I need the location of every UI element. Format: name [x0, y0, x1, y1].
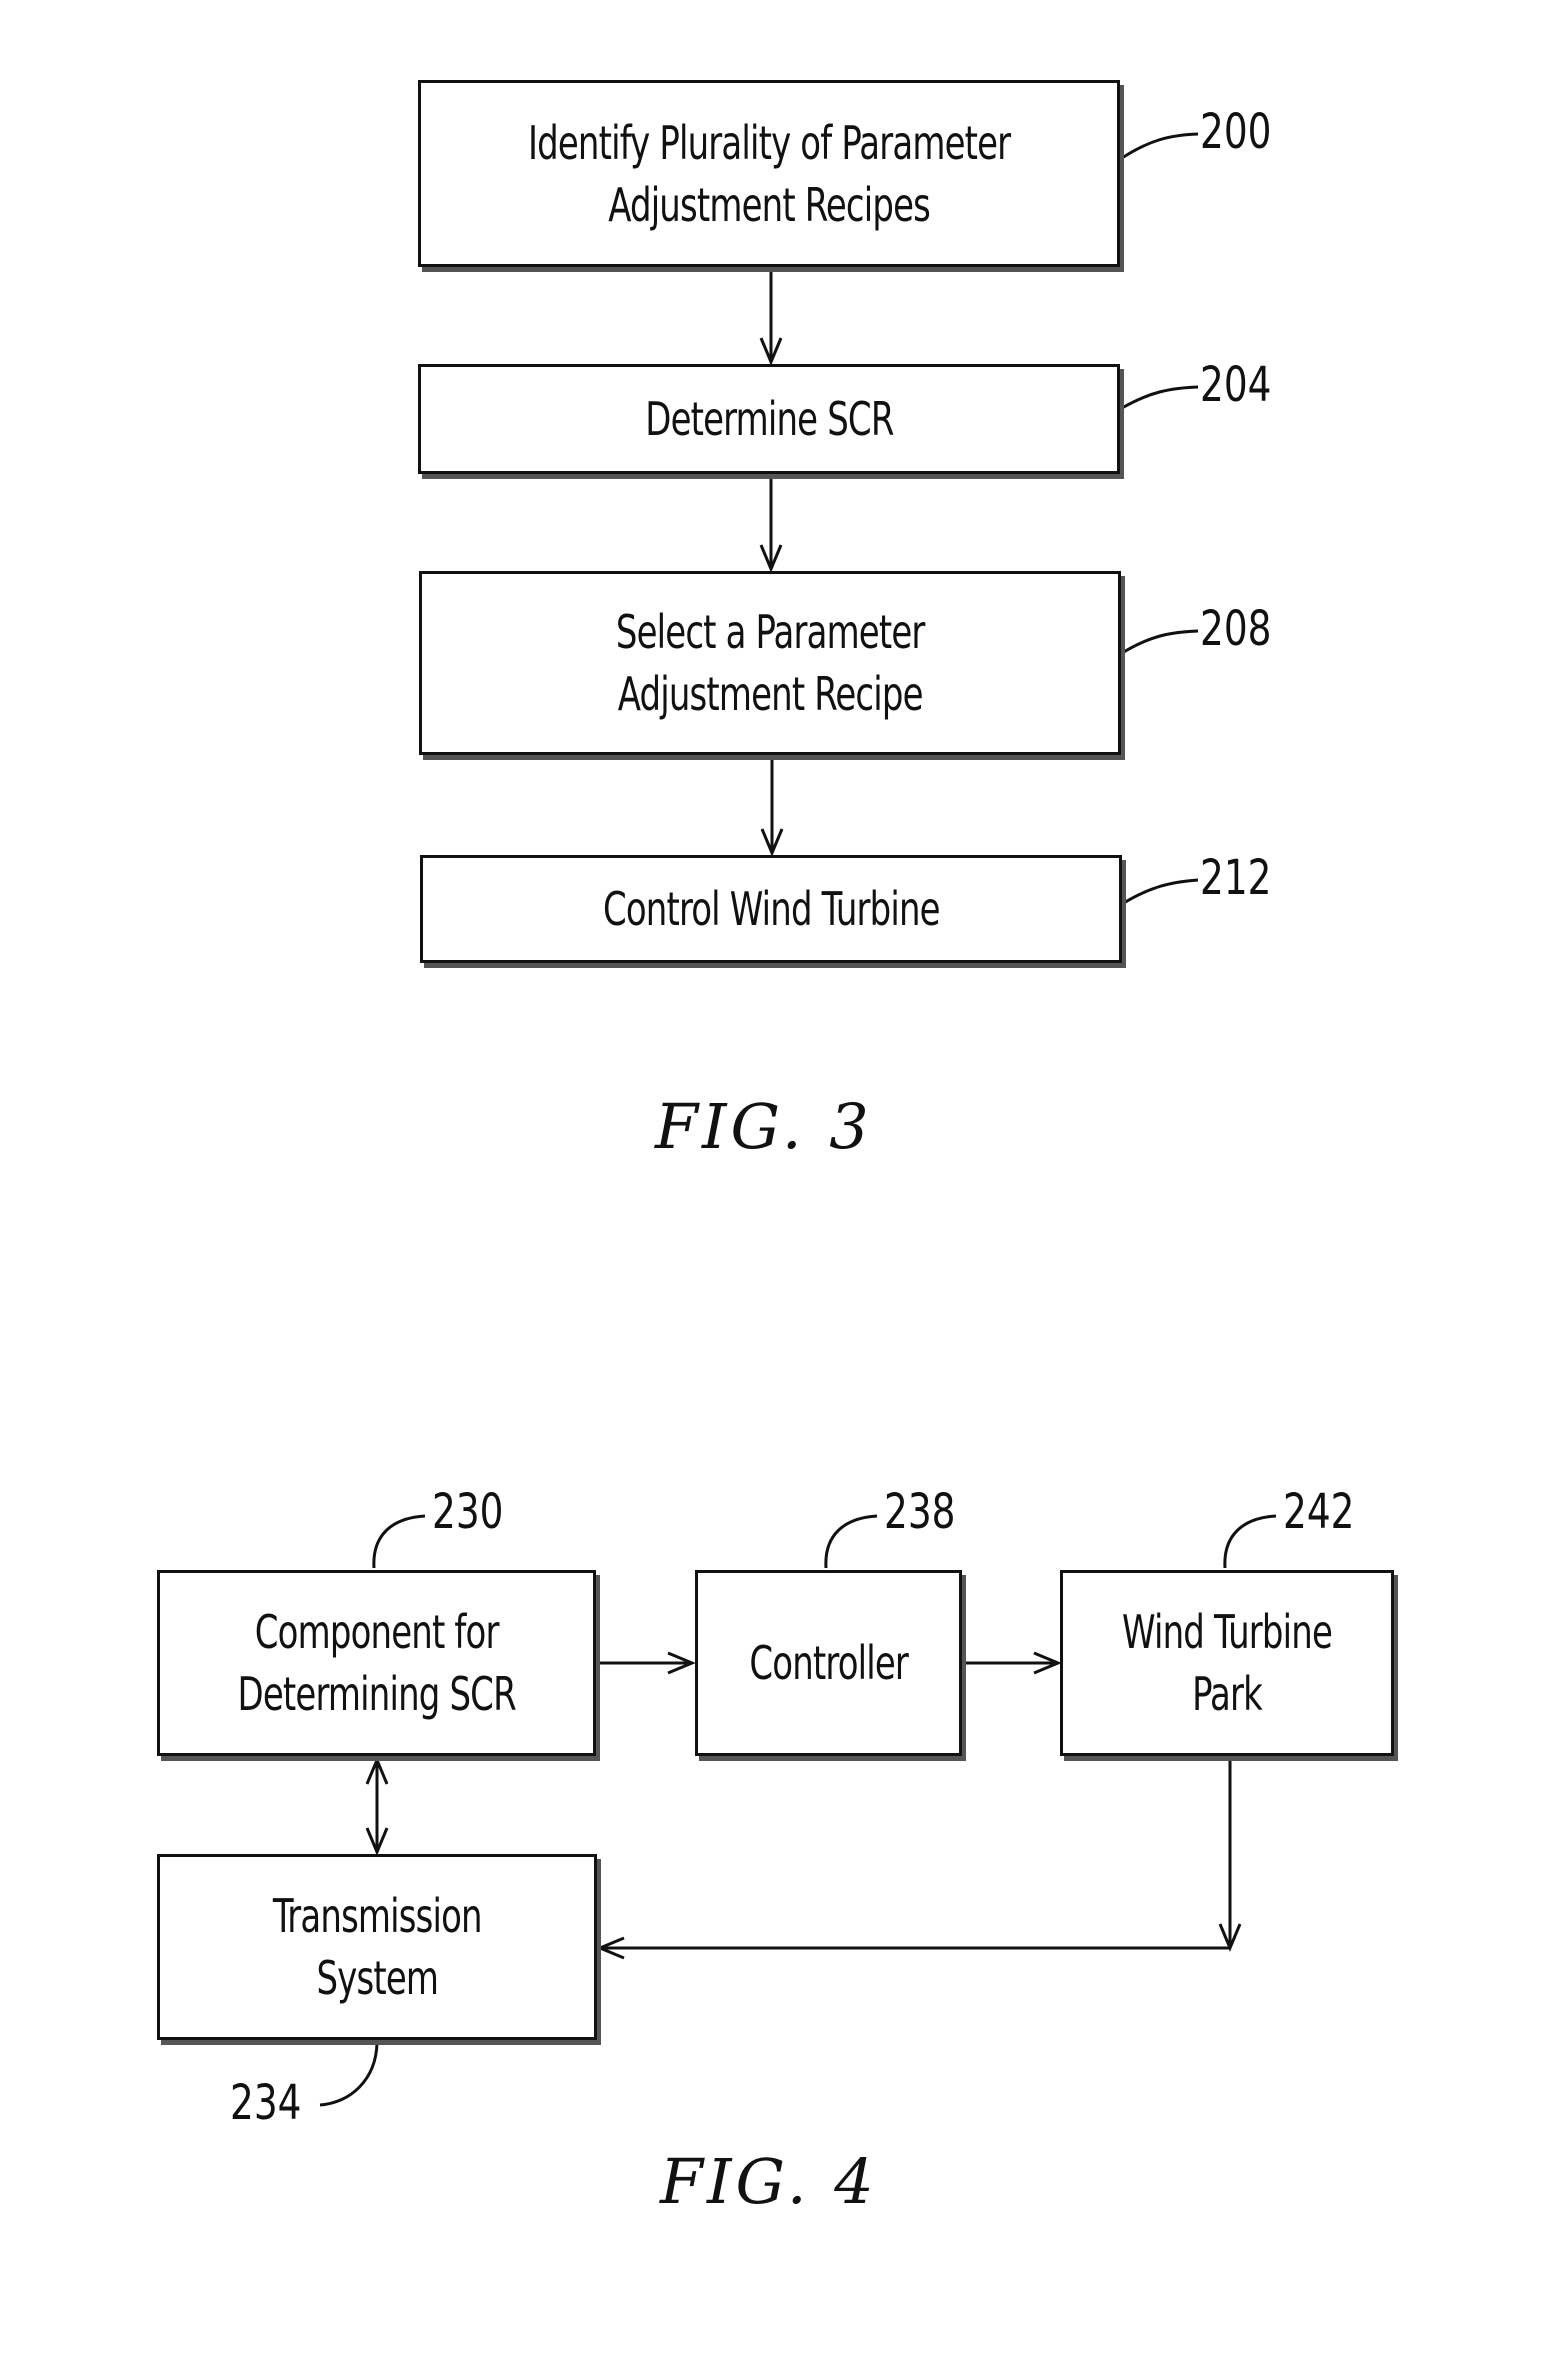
ref-238: 238 — [884, 1484, 956, 1540]
ref-234: 234 — [230, 2075, 302, 2131]
ref-230: 230 — [432, 1484, 504, 1540]
step-200-box: Identify Plurality of Parameter Adjustme… — [418, 80, 1120, 267]
step-208-label: Select a Parameter Adjustment Recipe — [615, 605, 925, 721]
leader-238 — [824, 1514, 878, 1569]
leader-200 — [1121, 132, 1199, 160]
step-204-label: Determine SCR — [644, 392, 894, 446]
ref-204: 204 — [1200, 357, 1272, 413]
leader-204 — [1121, 385, 1199, 410]
leader-212 — [1121, 878, 1199, 906]
leader-230 — [372, 1514, 426, 1569]
block-234-box: Transmission System — [157, 1854, 597, 2040]
block-230-box: Component for Determining SCR — [157, 1570, 596, 1756]
block-230-label: Component for Determining SCR — [237, 1605, 516, 1721]
block-242-box: Wind Turbine Park — [1060, 1570, 1394, 1756]
step-208-box: Select a Parameter Adjustment Recipe — [419, 571, 1121, 755]
step-212-box: Control Wind Turbine — [420, 855, 1122, 963]
fig4-caption: FIG. 4 — [660, 2145, 878, 2218]
step-212-label: Control Wind Turbine — [602, 882, 941, 936]
ref-212: 212 — [1200, 850, 1272, 906]
block-242-label: Wind Turbine Park — [1122, 1605, 1333, 1721]
block-234-label: Transmission System — [272, 1889, 483, 2005]
block-238-label: Controller — [749, 1636, 908, 1690]
step-200-label: Identify Plurality of Parameter Adjustme… — [527, 115, 1011, 232]
step-204-box: Determine SCR — [418, 364, 1120, 474]
ref-200: 200 — [1200, 104, 1272, 160]
block-238-box: Controller — [695, 1570, 962, 1756]
fig3-caption: FIG. 3 — [655, 1090, 873, 1163]
leader-242 — [1223, 1514, 1277, 1569]
ref-208: 208 — [1200, 601, 1272, 657]
ref-242: 242 — [1283, 1484, 1355, 1540]
leader-234 — [319, 2042, 379, 2107]
leader-208 — [1121, 629, 1199, 655]
